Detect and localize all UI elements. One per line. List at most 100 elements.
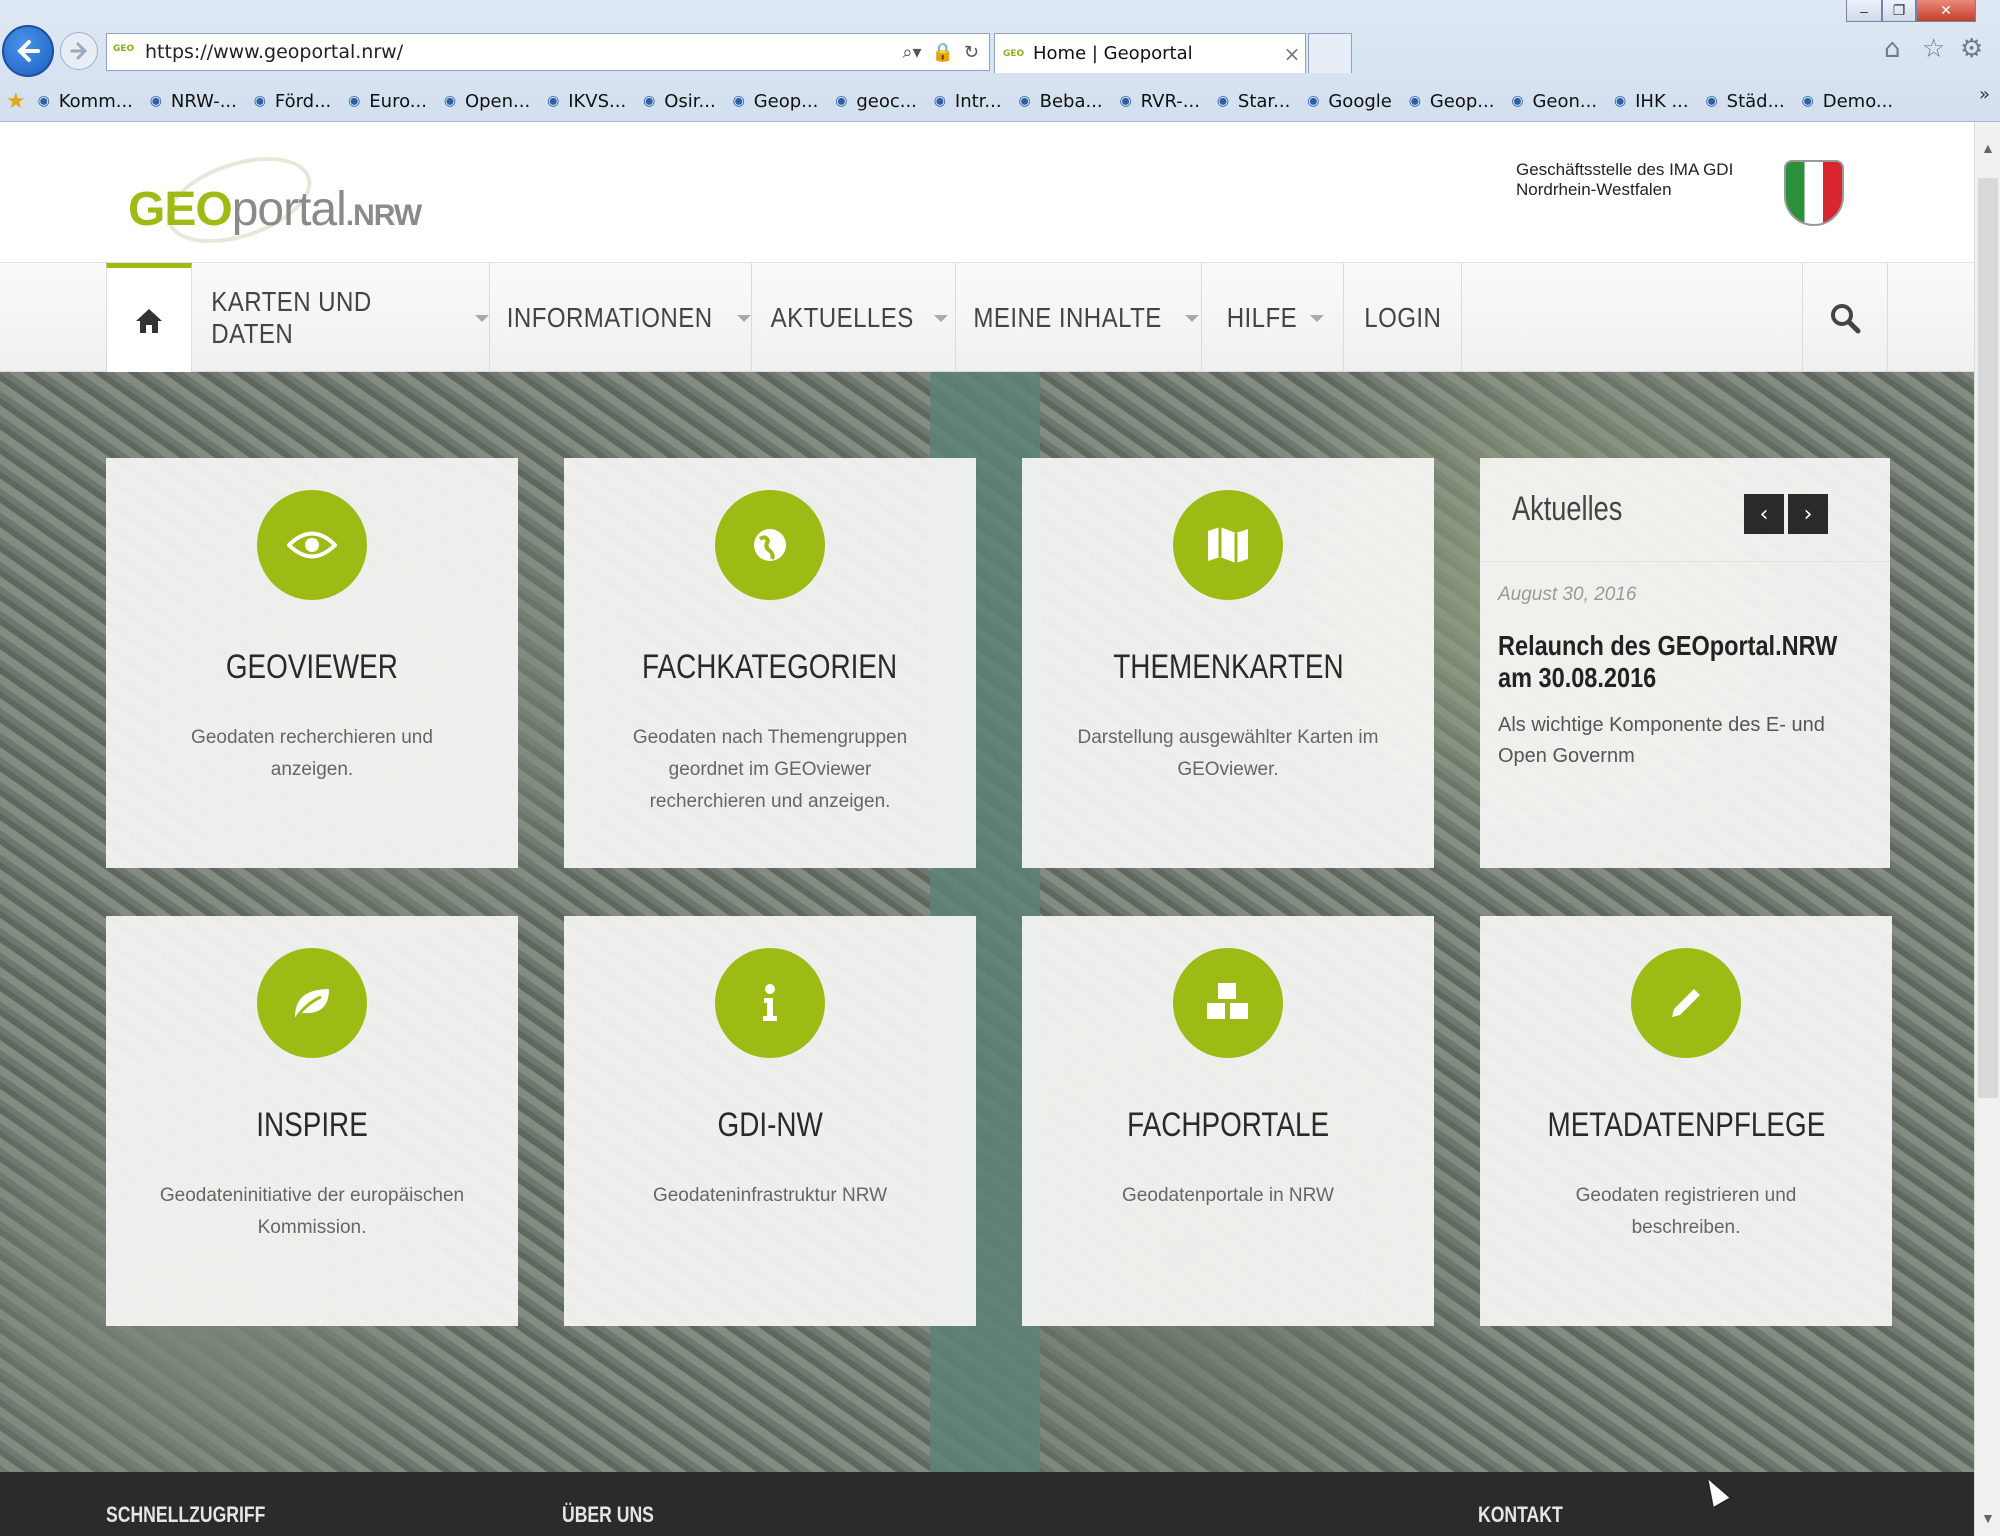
logo-nrw: .NRW bbox=[345, 199, 422, 232]
minimize-button[interactable]: – bbox=[1846, 0, 1882, 22]
new-tab-button[interactable] bbox=[1308, 33, 1352, 73]
favorite-page-icon: ◉ bbox=[1018, 93, 1031, 109]
favorite-item[interactable]: ◉ RVR-... bbox=[1116, 91, 1200, 112]
favorite-page-icon: ◉ bbox=[1705, 93, 1718, 109]
tile-title: FACHKATEGORIEN bbox=[642, 648, 898, 686]
tab-home-geoportal[interactable]: GEO Home | Geoportal × bbox=[994, 33, 1306, 73]
map-icon bbox=[1173, 490, 1283, 600]
scroll-up-icon[interactable]: ▲ bbox=[1981, 140, 1995, 156]
favorite-item[interactable]: ◉ Geon... bbox=[1507, 91, 1597, 112]
favorite-item[interactable]: ◉ Open... bbox=[440, 91, 530, 112]
vertical-scrollbar[interactable]: ▲ ▼ bbox=[1974, 122, 2000, 1536]
favorite-item[interactable]: ◉ Geop... bbox=[1405, 91, 1495, 112]
favorite-item[interactable]: ◉ Förd... bbox=[250, 91, 332, 112]
favorites-more-button[interactable]: » bbox=[1979, 84, 1990, 105]
favorite-item[interactable]: ◉ Google bbox=[1303, 90, 1392, 112]
favorite-label: Geop... bbox=[1429, 90, 1495, 112]
site-favicon: GEO bbox=[113, 44, 135, 54]
tile-description: Geodatenportale in NRW bbox=[1122, 1185, 1334, 1206]
favorite-item[interactable]: ◉ NRW-... bbox=[146, 91, 237, 112]
favorite-item[interactable]: ◉ IKVS... bbox=[543, 91, 626, 112]
footer-ueber-uns: ÜBER UNS bbox=[562, 1502, 654, 1527]
favorite-page-icon: ◉ bbox=[1801, 93, 1814, 109]
favorite-label: geoc... bbox=[856, 90, 917, 112]
forward-button[interactable] bbox=[60, 32, 98, 70]
footer-schnellzugriff: SCHNELLZUGRIFF bbox=[106, 1502, 266, 1527]
nav-meine-inhalte[interactable]: MEINE INHALTE bbox=[956, 263, 1202, 373]
tile-fachkategorien[interactable]: FACHKATEGORIEN Geodaten nach Themengrupp… bbox=[564, 458, 976, 868]
news-date: August 30, 2016 bbox=[1498, 584, 1637, 605]
logo-portal: portal bbox=[231, 183, 347, 236]
geoportal-logo[interactable]: GEOportal.NRW bbox=[128, 140, 438, 260]
favorite-label: Google bbox=[1328, 90, 1392, 112]
favorite-item[interactable]: ◉ Intr... bbox=[930, 91, 1002, 112]
close-tab-icon[interactable]: × bbox=[1279, 42, 1305, 66]
tile-fachportale[interactable]: FACHPORTALE Geodatenportale in NRW bbox=[1022, 916, 1434, 1326]
gear-icon[interactable]: ⚙ bbox=[1960, 34, 1983, 64]
tile-gdi-nw[interactable]: GDI-NW Geodateninfrastruktur NRW bbox=[564, 916, 976, 1326]
refresh-icon[interactable]: ↻ bbox=[964, 42, 979, 63]
favorite-label: NRW-... bbox=[170, 90, 237, 112]
tile-description: Geodaten registrieren und beschreiben. bbox=[1575, 1185, 1797, 1238]
tile-inspire[interactable]: INSPIRE Geodateninitiative der europäisc… bbox=[106, 916, 518, 1326]
aerial-map-background: GEOVIEWER Geodaten recherchieren und anz… bbox=[0, 372, 1974, 1472]
favorite-label: Städ... bbox=[1726, 90, 1785, 112]
back-button[interactable] bbox=[2, 25, 54, 77]
tile-title: THEMENKARTEN bbox=[1112, 648, 1344, 686]
news-arrows: ‹ › bbox=[1744, 494, 1828, 534]
chevron-down-icon bbox=[737, 314, 752, 322]
favorite-item[interactable]: ◉ Geop... bbox=[729, 91, 819, 112]
tile-description: Geodaten nach Themengruppen geordnet im … bbox=[632, 727, 908, 812]
favorites-star-icon[interactable]: ★ bbox=[6, 89, 26, 114]
tile-title: FACHPORTALE bbox=[1127, 1106, 1329, 1144]
news-title[interactable]: Relaunch des GEOportal.NRW am 30.08.2016 bbox=[1498, 630, 1878, 694]
favorite-page-icon: ◉ bbox=[933, 93, 947, 109]
nrw-crest-icon bbox=[1784, 160, 1844, 226]
home-icon[interactable]: ⌂ bbox=[1884, 34, 1901, 64]
tile-themenkarten[interactable]: THEMENKARTEN Darstellung ausgewählter Ka… bbox=[1022, 458, 1434, 868]
browser-chrome: GEO ⌕▾ 🔒 ↻ GEO Home | Geoportal × – ❐ ✕ … bbox=[0, 0, 2000, 122]
favorite-item[interactable]: ◉ Städ... bbox=[1702, 91, 1785, 112]
favorite-page-icon: ◉ bbox=[149, 93, 162, 109]
tile-geoviewer[interactable]: GEOVIEWER Geodaten recherchieren und anz… bbox=[106, 458, 518, 868]
maximize-button[interactable]: ❐ bbox=[1882, 0, 1916, 22]
close-window-button[interactable]: ✕ bbox=[1916, 0, 1976, 22]
lock-icon[interactable]: 🔒 bbox=[931, 42, 953, 63]
favorite-page-icon: ◉ bbox=[1613, 93, 1627, 109]
favorite-item[interactable]: ◉ geoc... bbox=[831, 91, 917, 112]
news-next-button[interactable]: › bbox=[1788, 494, 1828, 534]
favorite-item[interactable]: ◉ Beba... bbox=[1015, 91, 1102, 112]
address-bar[interactable]: GEO ⌕▾ 🔒 ↻ bbox=[106, 33, 990, 71]
scroll-down-icon[interactable]: ▼ bbox=[1981, 1510, 1995, 1526]
tile-metadatenpflege[interactable]: METADATENPFLEGE Geodaten registrieren un… bbox=[1480, 916, 1892, 1326]
favorite-label: Star... bbox=[1237, 90, 1291, 112]
favorite-item[interactable]: ◉ Osir... bbox=[639, 90, 716, 112]
web-page: GEOportal.NRW Geschäftsstelle des IMA GD… bbox=[0, 122, 1974, 1536]
nav-hilfe[interactable]: HILFE bbox=[1202, 263, 1344, 373]
favorite-page-icon: ◉ bbox=[835, 93, 848, 109]
news-prev-button[interactable]: ‹ bbox=[1744, 494, 1784, 534]
favorite-item[interactable]: ◉ Demo... bbox=[1798, 91, 1893, 112]
nav-informationen[interactable]: INFORMATIONEN bbox=[490, 263, 752, 373]
favorite-label: Osir... bbox=[664, 90, 716, 112]
favorite-item[interactable]: ◉ Komm... bbox=[34, 91, 133, 112]
favorite-item[interactable]: ◉ Euro... bbox=[344, 91, 427, 112]
nav-search-button[interactable] bbox=[1802, 263, 1888, 373]
news-header: Aktuelles bbox=[1480, 458, 1890, 562]
chevron-down-icon bbox=[1185, 314, 1200, 322]
nav-karten-und-daten[interactable]: KARTEN UND DATEN bbox=[192, 263, 490, 373]
url-input[interactable] bbox=[145, 37, 903, 67]
nav-home[interactable] bbox=[106, 263, 192, 373]
nav-aktuelles[interactable]: AKTUELLES bbox=[752, 263, 956, 373]
tile-description: Geodateninitiative der europäischen Komm… bbox=[159, 1185, 465, 1238]
star-icon[interactable]: ☆ bbox=[1922, 34, 1945, 64]
favorite-page-icon: ◉ bbox=[443, 93, 457, 109]
favorite-page-icon: ◉ bbox=[1307, 93, 1320, 109]
scrollbar-thumb[interactable] bbox=[1978, 178, 1998, 1098]
tile-title: METADATENPFLEGE bbox=[1547, 1106, 1825, 1144]
favorite-item[interactable]: ◉ Star... bbox=[1213, 90, 1291, 112]
favorite-page-icon: ◉ bbox=[547, 93, 560, 109]
favorite-item[interactable]: ◉ IHK ... bbox=[1610, 91, 1689, 112]
nav-login[interactable]: LOGIN bbox=[1344, 263, 1462, 373]
search-dropdown-icon[interactable]: ⌕▾ bbox=[902, 42, 921, 63]
